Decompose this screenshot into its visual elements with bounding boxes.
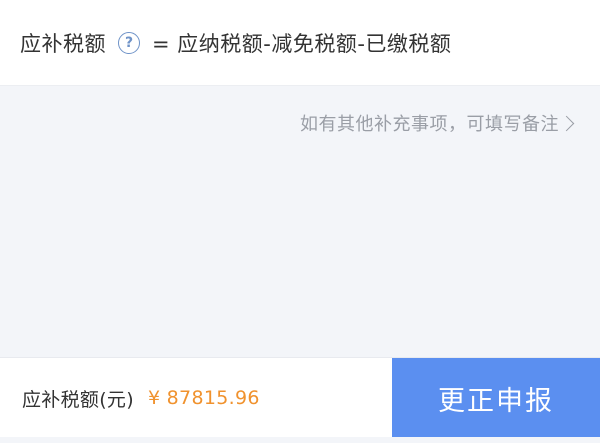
correct-declaration-button[interactable]: 更正申报 [392, 358, 600, 438]
formula-label: 应补税额 [20, 31, 106, 56]
chevron-right-icon [558, 115, 575, 131]
bottom-bar: 应补税额(元) ¥ 87815.96 更正申报 [0, 357, 600, 438]
bottom-strip [0, 437, 600, 443]
formula-row: 应补税额 ? = 应纳税额-减免税额-已缴税额 [0, 0, 600, 86]
formula-expression: = 应纳税额-减免税额-已缴税额 [152, 31, 452, 56]
remark-link-text: 如有其他补充事项，可填写备注 [300, 114, 559, 135]
remark-link[interactable]: 如有其他补充事项，可填写备注 [300, 110, 575, 136]
question-circle-icon[interactable]: ? [118, 31, 140, 54]
tax-summary: 应补税额(元) ¥ 87815.96 [0, 358, 392, 438]
tax-due-amount: ¥ 87815.96 [147, 387, 260, 409]
tax-due-label: 应补税额(元) [22, 388, 134, 411]
